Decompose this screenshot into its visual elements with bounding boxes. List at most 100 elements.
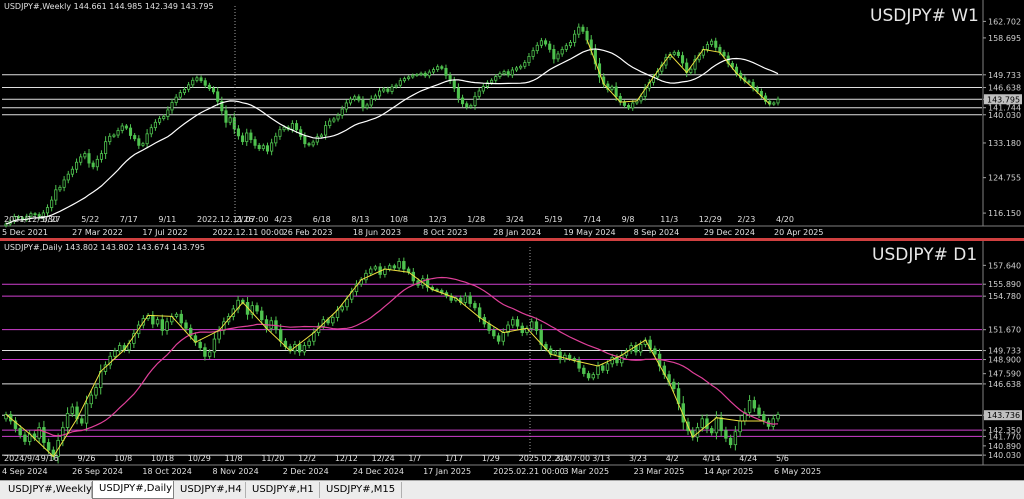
candle-body: [303, 135, 307, 145]
time-label-upper: 11/8: [225, 454, 243, 463]
time-label-upper: 4/14: [702, 454, 720, 463]
candle-body: [62, 179, 66, 188]
current-price-label: 143.795: [987, 95, 1020, 104]
time-label-upper: 2024/9/4: [4, 454, 40, 463]
time-label-upper: 1/29: [482, 454, 500, 463]
price-tick-label: 155.890: [988, 280, 1021, 289]
candle-body: [91, 162, 95, 168]
candle-body: [596, 365, 600, 376]
price-tick-label: 154.780: [988, 292, 1021, 301]
candle-body: [614, 86, 618, 97]
candle-body: [709, 428, 714, 434]
candle-body: [392, 265, 397, 269]
candle-body: [531, 50, 535, 57]
candle-body: [490, 79, 494, 84]
candle-body: [328, 120, 332, 126]
price-tick-label: 116.150: [988, 209, 1021, 218]
time-label-lower: 18 Oct 2024: [142, 467, 191, 476]
weekly-chart[interactable]: 162.702158.695149.733146.638143.795141.7…: [0, 0, 1024, 238]
candle-body: [776, 414, 780, 420]
candle-body: [45, 207, 50, 214]
candle-body: [290, 123, 294, 130]
candle-body: [487, 323, 491, 331]
time-label-upper: 4/23: [274, 215, 292, 224]
candle-body: [515, 319, 520, 327]
candle-body: [224, 110, 228, 123]
candle-body: [124, 125, 128, 129]
tab-weekly[interactable]: USDJPY#,Weekly: [2, 482, 92, 498]
time-label-lower: 2 Dec 2024: [283, 467, 329, 476]
time-label-lower: 6 May 2025: [774, 467, 821, 476]
price-tick-label: 147.590: [988, 370, 1021, 379]
time-label-upper: 12/24: [372, 454, 395, 463]
time-label-upper: 3/23: [629, 454, 647, 463]
candle-body: [368, 268, 373, 274]
candle-body: [278, 328, 283, 342]
candle-body: [58, 186, 62, 191]
candle-body: [444, 67, 448, 76]
candle-body: [468, 295, 472, 304]
time-label-upper: 2025.02.21 07:00: [519, 454, 590, 463]
ohlc-info-text: USDJPY#,Daily 143.802 143.802 143.674 14…: [4, 243, 205, 252]
candle-body: [104, 141, 108, 154]
daily-chart[interactable]: 157.640 155.890 154.780 151.670 149.733148.9…: [0, 241, 1024, 480]
price-tick-label: 146.638: [988, 380, 1021, 389]
candle-body: [361, 99, 365, 108]
tab-m15[interactable]: USDJPY#,M15: [320, 482, 402, 498]
candle-body: [527, 56, 531, 63]
candle-body: [345, 298, 349, 308]
time-label-lower: 20 Apr 2025: [774, 228, 823, 237]
candle-body: [762, 414, 766, 422]
current-price-label: 143.736: [987, 411, 1020, 420]
candle-body: [710, 40, 714, 45]
candle-body: [212, 338, 217, 353]
candle-body: [582, 367, 586, 374]
tab-h1[interactable]: USDJPY#,H1: [246, 482, 320, 498]
candle-body: [378, 90, 382, 97]
price-tick-label: 149.733: [988, 71, 1021, 80]
weekly-chart-pane[interactable]: 162.702158.695149.733146.638143.795141.7…: [0, 0, 1024, 238]
candle-body: [514, 67, 519, 71]
candle-body: [553, 351, 558, 355]
time-label-upper: 10/8: [390, 215, 408, 224]
candle-body: [510, 69, 514, 76]
time-label-upper: 11/20: [261, 454, 284, 463]
candle-body: [174, 313, 179, 317]
tab-daily[interactable]: USDJPY#,Daily: [92, 481, 174, 499]
candle-body: [523, 62, 527, 67]
time-label-lower: 28 Jan 2024: [493, 228, 541, 237]
candle-body: [373, 266, 378, 270]
daily-chart-pane[interactable]: 157.640 155.890 154.780 151.670 149.733 148.9…: [0, 241, 1024, 480]
time-label-upper: 9/8: [622, 215, 635, 224]
candle-body: [535, 44, 539, 52]
candle-body: [255, 305, 259, 312]
time-label-lower: 24 Dec 2024: [353, 467, 404, 476]
symbol-label: USDJPY# D1: [872, 245, 977, 265]
candle-body: [402, 78, 406, 82]
candle-body: [99, 153, 104, 160]
candle-body: [133, 135, 137, 140]
candle-body: [94, 387, 98, 396]
candle-body: [257, 144, 261, 150]
candle-body: [402, 261, 406, 270]
candle-body: [728, 437, 733, 446]
candle-body: [315, 136, 319, 143]
candle-body: [46, 442, 51, 451]
candle-body: [700, 418, 704, 428]
time-label-upper: 4/24: [739, 454, 757, 463]
candle-body: [469, 105, 473, 108]
tab-h4[interactable]: USDJPY#,H4: [174, 482, 246, 498]
candle-body: [149, 127, 153, 135]
candle-body: [568, 42, 573, 47]
time-label-lower: 27 Mar 2022: [72, 228, 123, 237]
candle-body: [477, 90, 481, 97]
price-tick-label: 140.030: [988, 111, 1021, 120]
time-label-lower: 23 Mar 2025: [634, 467, 685, 476]
candle-body: [722, 51, 726, 57]
time-label-upper: 10/29: [188, 454, 211, 463]
candle-body: [747, 80, 751, 83]
time-label-upper: 1/7: [408, 454, 421, 463]
candle-body: [166, 109, 170, 117]
candle-body: [162, 116, 166, 119]
candle-body: [249, 132, 253, 140]
